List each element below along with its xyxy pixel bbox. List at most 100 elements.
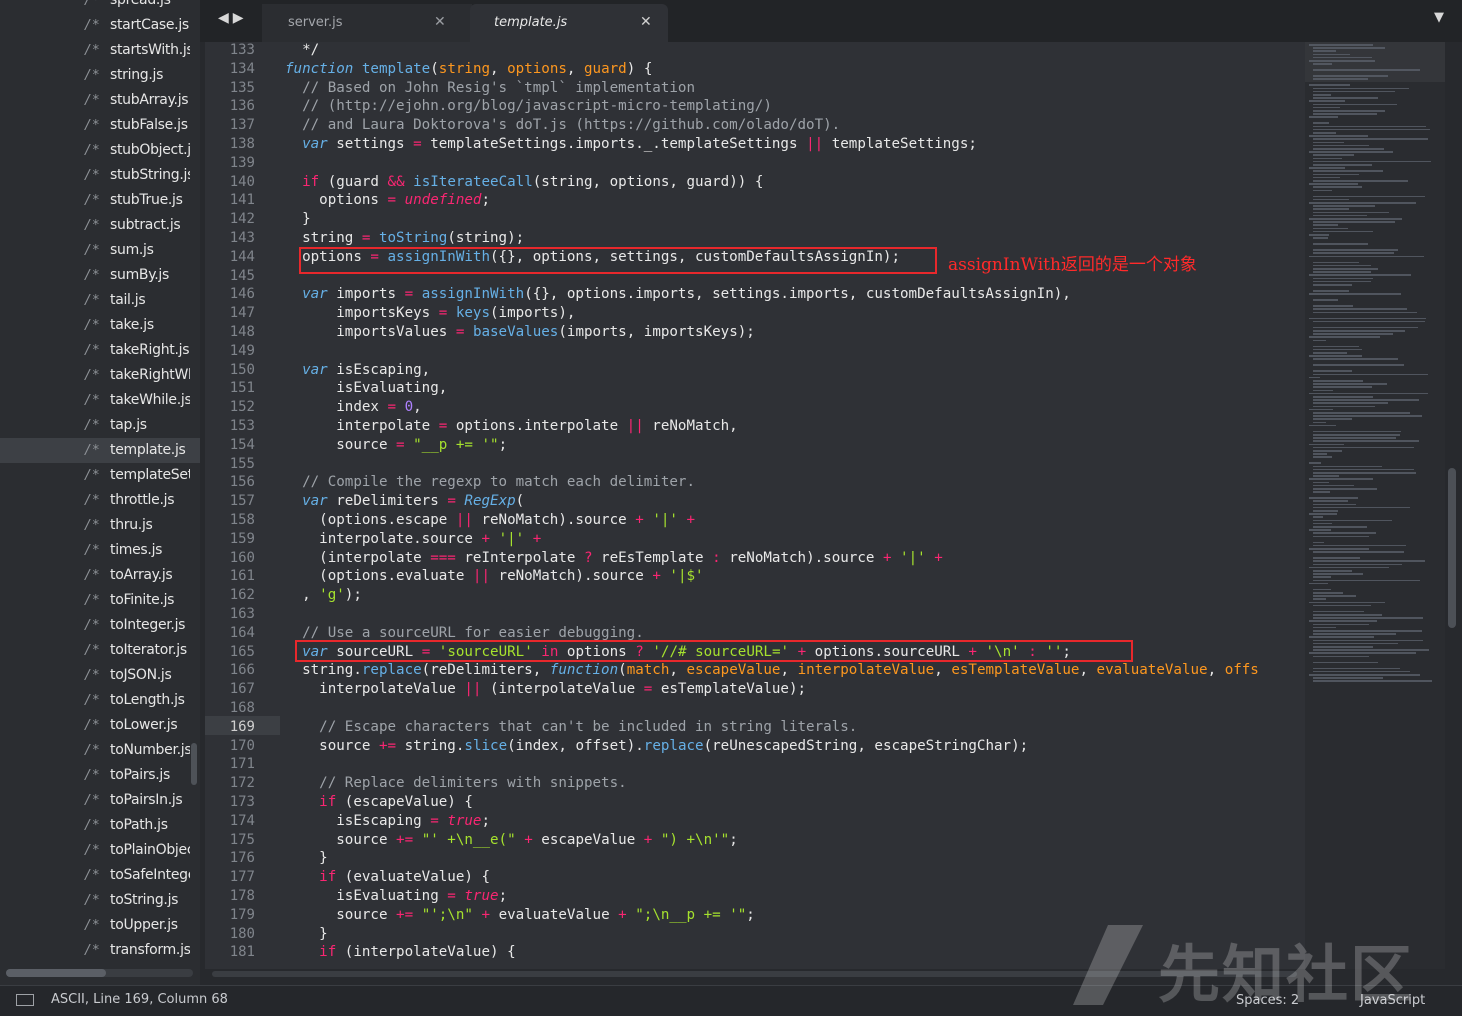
code-line[interactable]: interpolateValue || (interpolateValue = …	[285, 680, 806, 699]
minimap-line	[1309, 218, 1403, 220]
code-line[interactable]: // Based on John Resig's `tmpl` implemen…	[285, 79, 695, 98]
code-line[interactable]: if (escapeValue) {	[285, 793, 473, 812]
sidebar-file-item[interactable]: /* throttle.js	[0, 488, 200, 513]
sidebar-file-item[interactable]: /* stubFalse.js	[0, 113, 200, 138]
sidebar-file-item[interactable]: /* takeRightWhile.js	[0, 363, 200, 388]
minimap-line	[1309, 135, 1368, 137]
sidebar-file-item[interactable]: /* toPlainObject.js	[0, 838, 200, 863]
code-line[interactable]: source = "__p += '";	[285, 436, 507, 455]
code-line[interactable]: var imports = assignInWith({}, options.i…	[285, 285, 1071, 304]
code-line[interactable]: index = 0,	[285, 398, 421, 417]
sidebar-file-item[interactable]: /* times.js	[0, 538, 200, 563]
sidebar-file-item[interactable]: /* takeWhile.js	[0, 388, 200, 413]
sidebar-file-item[interactable]: /* sumBy.js	[0, 263, 200, 288]
code-line[interactable]: // and Laura Doktorova's doT.js (https:/…	[285, 116, 840, 135]
code-line[interactable]: source += string.slice(index, offset).re…	[285, 737, 1028, 756]
code-line[interactable]: isEvaluating = true;	[285, 887, 507, 906]
code-line[interactable]: source += "' +\n__e(" + escapeValue + ")…	[285, 831, 738, 850]
sidebar-file-item[interactable]: /* sum.js	[0, 238, 200, 263]
code-line[interactable]: string.replace(reDelimiters, function(ma…	[285, 661, 1259, 680]
sidebar-file-item[interactable]: /* toInteger.js	[0, 613, 200, 638]
sidebar-hscroll-thumb[interactable]	[6, 969, 106, 977]
code-line[interactable]: interpolate.source + '|' +	[285, 530, 541, 549]
code-line[interactable]: // Replace delimiters with snippets.	[285, 774, 627, 793]
close-icon[interactable]: ✕	[640, 14, 652, 30]
sidebar-file-item[interactable]: /* template.js	[0, 438, 200, 463]
js-file-icon: /*	[84, 118, 100, 133]
chevron-down-icon[interactable]: ▼	[1434, 10, 1444, 25]
panel-toggle-icon[interactable]	[16, 994, 34, 1006]
code-line[interactable]: */	[285, 42, 319, 60]
sidebar-file-label: toString.js	[110, 892, 179, 908]
close-icon[interactable]: ✕	[434, 14, 446, 30]
sidebar-file-item[interactable]: /* startsWith.js	[0, 38, 200, 63]
sidebar-file-item[interactable]: /* take.js	[0, 313, 200, 338]
tab-server-js[interactable]: server.js ✕	[262, 4, 472, 42]
sidebar-file-item[interactable]: /* toString.js	[0, 888, 200, 913]
code-line[interactable]: }	[285, 849, 328, 868]
code-line[interactable]: string = toString(string);	[285, 229, 524, 248]
sidebar-file-item[interactable]: /* toNumber.js	[0, 738, 200, 763]
code-line[interactable]: (interpolate === reInterpolate ? reEsTem…	[285, 549, 943, 568]
sidebar-file-item[interactable]: /* toUpper.js	[0, 913, 200, 938]
code-line[interactable]: (options.evaluate || reNoMatch).source +…	[285, 567, 703, 586]
tab-template-js[interactable]: template.js ✕	[470, 4, 668, 42]
sidebar-file-item[interactable]: /* toLength.js	[0, 688, 200, 713]
sidebar-file-item[interactable]: /* takeRight.js	[0, 338, 200, 363]
code-line[interactable]: isEscaping = true;	[285, 812, 490, 831]
sidebar-file-item[interactable]: /* transform.js	[0, 938, 200, 963]
sidebar-file-item[interactable]: /* toFinite.js	[0, 588, 200, 613]
code-line[interactable]: isEvaluating,	[285, 379, 447, 398]
code-line[interactable]: var settings = templateSettings.imports.…	[285, 135, 977, 154]
sidebar-file-item[interactable]: /* templateSettings.js	[0, 463, 200, 488]
code-line[interactable]: source += "';\n" + evaluateValue + ";\n_…	[285, 906, 755, 925]
minimap-line	[1313, 208, 1349, 210]
code-line[interactable]: function template(string, options, guard…	[285, 60, 652, 79]
sidebar-file-item[interactable]: /* stubString.js	[0, 163, 200, 188]
sidebar-file-item[interactable]: /* stubObject.js	[0, 138, 200, 163]
code-line[interactable]: if (guard && isIterateeCall(string, opti…	[285, 173, 763, 192]
file-sidebar[interactable]: /* spread.js /* startCase.js /* startsWith.js…	[0, 0, 200, 985]
code-line[interactable]: // Escape characters that can't be inclu…	[285, 718, 857, 737]
code-line[interactable]: importsKeys = keys(imports),	[285, 304, 575, 323]
editor-vertical-scrollbar[interactable]	[1448, 468, 1456, 628]
code-line[interactable]: var reDelimiters = RegExp(	[285, 492, 524, 511]
sidebar-file-item[interactable]: /* startCase.js	[0, 13, 200, 38]
sidebar-file-item[interactable]: /* toPath.js	[0, 813, 200, 838]
code-line[interactable]: // (http://ejohn.org/blog/javascript-mic…	[285, 97, 772, 116]
code-line[interactable]: }	[285, 925, 328, 944]
code-line[interactable]: }	[285, 210, 311, 229]
sidebar-file-item[interactable]: /* toLower.js	[0, 713, 200, 738]
sidebar-file-item[interactable]: /* tap.js	[0, 413, 200, 438]
code-editor[interactable]: 133 134 135 136 137 138 139 140 141 142 143 144 145 1…	[205, 42, 1305, 969]
sidebar-file-item[interactable]: /* stubTrue.js	[0, 188, 200, 213]
minimap[interactable]	[1305, 42, 1445, 969]
sidebar-file-item[interactable]: /* thru.js	[0, 513, 200, 538]
sidebar-file-item[interactable]: /* toJSON.js	[0, 663, 200, 688]
code-line[interactable]: // Compile the regexp to match each deli…	[285, 473, 695, 492]
sidebar-file-item[interactable]: /* string.js	[0, 63, 200, 88]
sidebar-file-item[interactable]: /* subtract.js	[0, 213, 200, 238]
sidebar-file-item[interactable]: /* spread.js	[0, 0, 200, 13]
sidebar-file-item[interactable]: /* stubArray.js	[0, 88, 200, 113]
sidebar-file-item[interactable]: /* toPairs.js	[0, 763, 200, 788]
code-line[interactable]: , 'g');	[285, 586, 362, 605]
js-file-icon: /*	[84, 18, 100, 33]
sidebar-scrollbar[interactable]	[191, 743, 197, 785]
code-line[interactable]: (options.escape || reNoMatch).source + '…	[285, 511, 695, 530]
code-line[interactable]: options = undefined;	[285, 191, 490, 210]
minimap-line	[1313, 614, 1383, 616]
sidebar-file-item[interactable]: /* toPairsIn.js	[0, 788, 200, 813]
code-line[interactable]: importsValues = baseValues(imports, impo…	[285, 323, 755, 342]
js-file-icon: /*	[84, 93, 100, 108]
sidebar-file-item[interactable]: /* toArray.js	[0, 563, 200, 588]
code-line[interactable]: var isEscaping,	[285, 361, 430, 380]
code-line[interactable]: if (interpolateValue) {	[285, 943, 515, 962]
code-line[interactable]: interpolate = options.interpolate || reN…	[285, 417, 738, 436]
sidebar-file-item[interactable]: /* toIterator.js	[0, 638, 200, 663]
line-number: 145	[229, 267, 255, 284]
code-line[interactable]: if (evaluateValue) {	[285, 868, 490, 887]
sidebar-file-item[interactable]: /* toSafeInteger.js	[0, 863, 200, 888]
tab-nav-arrows[interactable]: ◀▶	[218, 10, 248, 26]
sidebar-file-item[interactable]: /* tail.js	[0, 288, 200, 313]
